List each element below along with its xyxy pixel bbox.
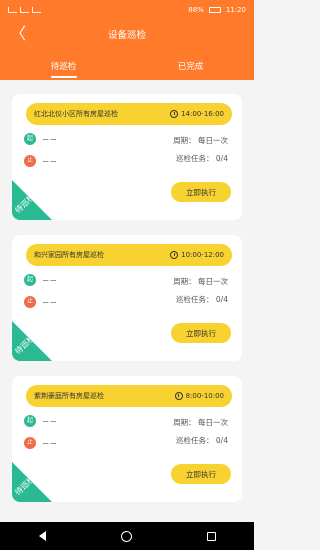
status-bar: 88% 11:20 [0,0,254,20]
card-title-pill: 紫荆豪庭所有房屋巡检 8:00-10:00 [26,385,232,407]
card-title-pill: 红北北仪小区所有房屋巡检 14:00-16:00 [26,103,232,125]
status-corner: 待巡检 [12,180,52,220]
time-range: 10:00-12:00 [181,251,224,259]
signal-indicators [8,7,41,13]
app-header: 〈 设备巡检 待巡检 已完成 [0,20,254,80]
end-badge: 止 [24,155,36,167]
execute-button[interactable]: 立即执行 [171,182,231,202]
page-title: 设备巡检 [107,30,146,41]
execute-button[interactable]: 立即执行 [171,323,231,343]
inspection-card: 红北北仪小区所有房屋巡检 14:00-16:00 起 －－ 止 －－ 周期： 每… [12,94,242,220]
execute-button[interactable]: 立即执行 [171,464,231,484]
end-row: 止 －－ [24,437,57,449]
clock-icon [174,392,183,400]
task-progress: 巡检任务： 0/4 [176,436,228,445]
status-corner: 待巡检 [12,321,52,361]
inspection-list: 红北北仪小区所有房屋巡检 14:00-16:00 起 －－ 止 －－ 周期： 每… [0,80,254,502]
task-progress: 巡检任务： 0/4 [176,154,228,163]
inspection-card: 紫荆豪庭所有房屋巡检 8:00-10:00 起 －－ 止 －－ 周期： 每日一次… [12,376,242,502]
nav-home-button[interactable] [113,522,141,550]
clock-icon [170,251,179,259]
status-corner: 待巡检 [12,462,52,502]
end-row: 止 －－ [24,296,57,308]
system-nav-bar [0,522,254,550]
end-row: 止 －－ [24,155,57,167]
end-badge: 止 [24,296,36,308]
start-row: 起 －－ [24,415,57,427]
card-title-pill: 和兴家园所有房屋巡检 10:00-12:00 [26,244,232,266]
home-circle-icon [121,530,133,542]
end-value: －－ [42,156,57,166]
signal-icon [8,7,17,13]
wifi-icon [32,7,41,13]
inspection-name: 红北北仪小区所有房屋巡检 [34,110,118,118]
time-range: 14:00-16:00 [181,110,224,118]
time-range: 8:00-10:00 [185,392,224,400]
recents-square-icon [207,531,217,541]
start-badge: 起 [24,415,36,427]
end-value: －－ [42,438,57,448]
clock-time: 11:20 [225,6,246,14]
start-row: 起 －－ [24,274,57,286]
start-value: －－ [42,134,57,144]
battery-percent: 88% [188,6,204,14]
task-progress: 巡检任务： 0/4 [176,295,228,304]
tab-pending[interactable]: 待巡检 [0,60,127,80]
battery-icon [208,7,221,13]
inspection-name: 紫荆豪庭所有房屋巡检 [34,392,104,400]
period-text: 周期： 每日一次 [173,136,228,145]
start-value: －－ [42,416,57,426]
nav-back-button[interactable] [28,522,56,550]
nav-recents-button[interactable] [198,522,226,550]
period-text: 周期： 每日一次 [173,418,228,427]
start-row: 起 －－ [24,133,57,145]
tab-completed[interactable]: 已完成 [127,60,254,80]
back-triangle-icon [38,531,46,541]
start-value: －－ [42,275,57,285]
end-value: －－ [42,297,57,307]
inspection-card: 和兴家园所有房屋巡检 10:00-12:00 起 －－ 止 －－ 周期： 每日一… [12,235,242,361]
clock-icon [170,110,179,118]
end-badge: 止 [24,437,36,449]
inspection-name: 和兴家园所有房屋巡检 [34,251,104,259]
start-badge: 起 [24,274,36,286]
period-text: 周期： 每日一次 [173,277,228,286]
signal-icon [20,7,29,13]
start-badge: 起 [24,133,36,145]
tab-bar: 待巡检 已完成 [0,60,254,80]
